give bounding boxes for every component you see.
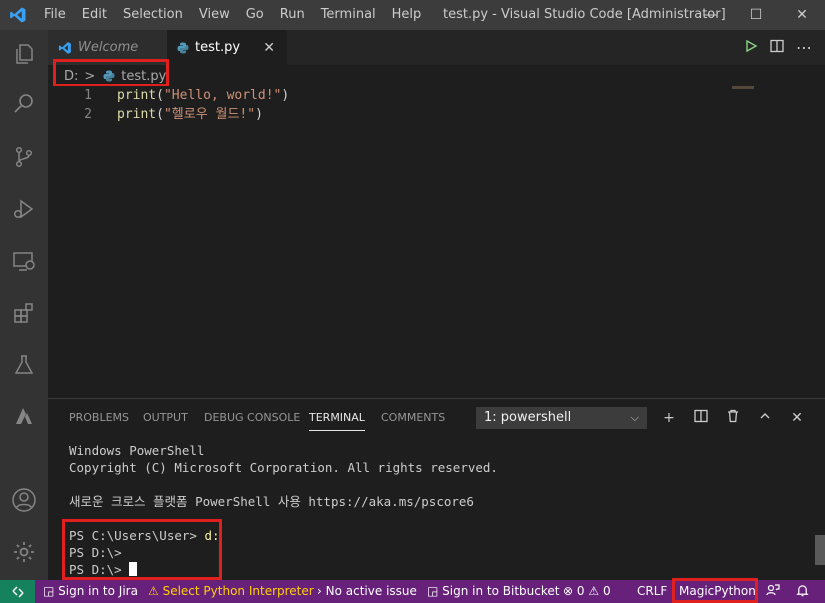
- line-source: print("헬로우 월드!"): [117, 105, 263, 124]
- run-debug-icon[interactable]: [0, 185, 48, 233]
- status-bitbucket-label: Sign in to Bitbucket: [442, 584, 560, 598]
- editor-actions: ⋯: [744, 30, 813, 65]
- status-bitbucket[interactable]: ◲ Sign in to Bitbucket: [427, 580, 559, 603]
- highlight-box-breadcrumb: [53, 59, 169, 87]
- new-terminal-icon[interactable]: +: [660, 410, 678, 426]
- code-paren: (: [156, 107, 164, 122]
- terminal-line: Copyright (C) Microsoft Corporation. All…: [69, 460, 498, 475]
- menu-bar: File Edit Selection View Go Run Terminal…: [36, 0, 429, 30]
- jira-icon: ◲: [43, 584, 55, 598]
- tab-test-py-label: test.py: [195, 40, 241, 55]
- menu-terminal[interactable]: Terminal: [313, 0, 384, 30]
- status-python-label: Select Python Interpreter: [162, 584, 314, 598]
- notifications-bell-icon[interactable]: [796, 580, 809, 603]
- warning-count: 0: [602, 584, 611, 598]
- line-number: 2: [84, 107, 92, 122]
- settings-gear-icon[interactable]: [0, 528, 48, 576]
- close-tab-button[interactable]: ✕: [263, 40, 275, 56]
- highlight-box-language: [672, 578, 758, 603]
- more-actions-icon[interactable]: ⋯: [796, 38, 813, 57]
- explorer-icon[interactable]: [0, 30, 48, 78]
- warning-icon: ⚠: [588, 584, 600, 598]
- panel-actions: + ✕: [660, 407, 806, 429]
- code-editor[interactable]: 1 print("Hello, world!") 2 print("헬로우 월드…: [48, 86, 825, 398]
- terminal-scrollbar[interactable]: [815, 535, 825, 565]
- source-control-icon[interactable]: [0, 133, 48, 181]
- tab-problems[interactable]: PROBLEMS: [69, 399, 129, 436]
- tab-debug-console[interactable]: DEBUG CONSOLE: [204, 399, 300, 436]
- code-line: 2 print("헬로우 월드!"): [48, 105, 808, 124]
- tab-comments[interactable]: COMMENTS: [381, 399, 445, 436]
- menu-go[interactable]: Go: [238, 0, 272, 30]
- feedback-icon[interactable]: [766, 580, 780, 603]
- window-controls: — ☐ ✕: [687, 0, 825, 30]
- activity-bar: [0, 30, 48, 580]
- code-string: "Hello, world!": [163, 88, 282, 103]
- chevron-down-icon: ⌵: [630, 411, 639, 424]
- code-function: print: [117, 107, 157, 122]
- menu-selection[interactable]: Selection: [115, 0, 191, 30]
- terminal-line: 새로운 크로스 플랫폼 PowerShell 사용 https://aka.ms…: [69, 494, 474, 509]
- vscode-logo-icon: [58, 41, 72, 55]
- bitbucket-icon: ◲: [427, 584, 439, 598]
- minimap[interactable]: [732, 86, 754, 89]
- status-jira-label: Sign in to Jira: [58, 584, 138, 598]
- menu-run[interactable]: Run: [272, 0, 313, 30]
- code-paren: ): [255, 107, 263, 122]
- menu-file[interactable]: File: [36, 0, 74, 30]
- menu-edit[interactable]: Edit: [74, 0, 115, 30]
- azure-icon[interactable]: [0, 393, 48, 441]
- remote-indicator-icon[interactable]: [0, 580, 35, 603]
- tab-welcome-label: Welcome: [78, 40, 139, 55]
- status-issue-label: No active issue: [325, 584, 417, 598]
- line-source: print("Hello, world!"): [117, 86, 289, 105]
- remote-explorer-icon[interactable]: [0, 237, 48, 285]
- code-string: "헬로우 월드!": [163, 107, 256, 122]
- tab-output[interactable]: OUTPUT: [143, 399, 188, 436]
- testing-icon[interactable]: [0, 341, 48, 389]
- status-python-interpreter[interactable]: ⚠ Select Python Interpreter: [148, 580, 314, 603]
- error-count: 0: [576, 584, 585, 598]
- code-paren: (: [156, 88, 164, 103]
- status-eol[interactable]: CRLF: [637, 580, 667, 603]
- title-bar: File Edit Selection View Go Run Terminal…: [0, 0, 825, 30]
- terminal-select-dropdown[interactable]: 1: powershell ⌵: [476, 407, 647, 429]
- terminal-line: Windows PowerShell: [69, 443, 205, 458]
- close-window-button[interactable]: ✕: [779, 0, 825, 30]
- split-terminal-icon[interactable]: [692, 409, 710, 427]
- error-icon: ⊗: [563, 584, 574, 598]
- code-line: 1 print("Hello, world!"): [48, 86, 808, 105]
- chevron-right-icon: ›: [317, 584, 322, 598]
- code-paren: ): [281, 88, 290, 103]
- kill-terminal-icon[interactable]: [724, 409, 742, 427]
- menu-help[interactable]: Help: [384, 0, 430, 30]
- window-title: test.py - Visual Studio Code [Administra…: [443, 7, 726, 22]
- menu-view[interactable]: View: [191, 0, 238, 30]
- run-python-file-icon[interactable]: [744, 39, 758, 57]
- status-active-issue[interactable]: › No active issue: [317, 580, 417, 603]
- warning-icon: ⚠: [148, 584, 159, 598]
- account-icon[interactable]: [0, 476, 48, 524]
- python-file-icon: [177, 42, 189, 54]
- close-panel-icon[interactable]: ✕: [788, 410, 806, 426]
- search-icon[interactable]: [0, 80, 48, 128]
- maximize-button[interactable]: ☐: [733, 0, 779, 30]
- vscode-logo-icon: [0, 0, 36, 30]
- code-function: print: [117, 88, 157, 103]
- status-problems[interactable]: ⊗ 0 ⚠ 0: [563, 580, 611, 603]
- maximize-panel-icon[interactable]: [756, 410, 774, 426]
- status-jira[interactable]: ◲ Sign in to Jira: [43, 580, 138, 603]
- highlight-box-terminal: [62, 519, 222, 580]
- split-editor-icon[interactable]: [770, 39, 784, 57]
- minimize-button[interactable]: —: [687, 0, 733, 30]
- tab-terminal[interactable]: TERMINAL: [309, 399, 365, 431]
- terminal-select-value: 1: powershell: [484, 410, 572, 425]
- extensions-icon[interactable]: [0, 289, 48, 337]
- line-number: 1: [84, 88, 92, 103]
- tab-test-py[interactable]: test.py ✕: [167, 30, 287, 65]
